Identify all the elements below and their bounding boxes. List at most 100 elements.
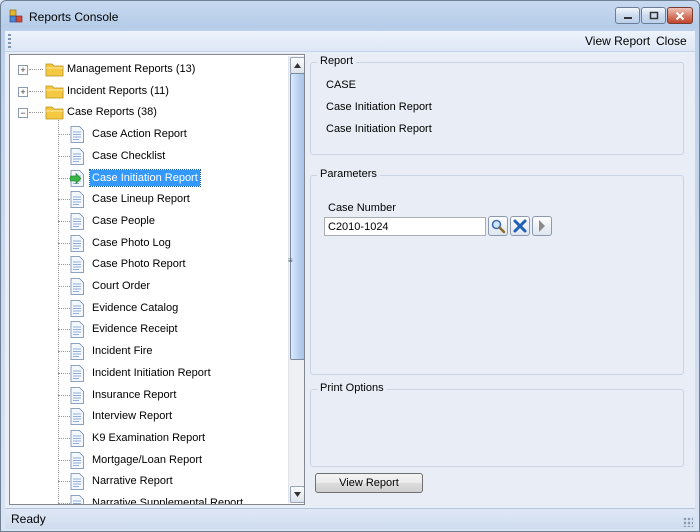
tree-connector bbox=[58, 264, 70, 266]
scroll-thumb[interactable] bbox=[290, 73, 304, 360]
tree-connector bbox=[29, 90, 43, 92]
tree-group-row[interactable]: + Incident Reports (11) bbox=[10, 81, 286, 101]
tree-connector bbox=[58, 459, 70, 461]
tree-report-label[interactable]: Narrative Supplemental Report bbox=[90, 495, 245, 504]
tree-connector bbox=[58, 177, 70, 179]
tree-report-row[interactable]: Narrative Report bbox=[10, 471, 286, 491]
tree-report-row[interactable]: Case People bbox=[10, 211, 286, 231]
next-case-button[interactable] bbox=[532, 216, 552, 236]
tree-report-label[interactable]: Incident Initiation Report bbox=[90, 365, 213, 381]
tree-group-row[interactable]: − Case Reports (38) bbox=[10, 102, 286, 122]
tree-report-row[interactable]: Case Action Report bbox=[10, 124, 286, 144]
parameters-group-title: Parameters bbox=[317, 168, 380, 180]
report-document-icon bbox=[70, 256, 84, 274]
clear-x-icon bbox=[513, 219, 527, 233]
splitter-grip-icon[interactable]: ≡ bbox=[288, 256, 293, 266]
tree-report-row[interactable]: Incident Fire bbox=[10, 341, 286, 361]
report-document-icon bbox=[70, 299, 84, 317]
tree-report-row[interactable]: Evidence Catalog bbox=[10, 298, 286, 318]
tree-report-label[interactable]: Insurance Report bbox=[90, 387, 178, 403]
scroll-down-icon bbox=[294, 491, 301, 497]
tree-report-row[interactable]: Insurance Report bbox=[10, 385, 286, 405]
tree-report-label[interactable]: Court Order bbox=[90, 278, 152, 294]
collapse-icon[interactable]: − bbox=[18, 108, 28, 119]
toolbar-grip[interactable] bbox=[8, 34, 11, 48]
tree-report-label[interactable]: Interview Report bbox=[90, 408, 174, 424]
search-case-button[interactable] bbox=[488, 216, 508, 236]
menu-view-report[interactable]: View Report bbox=[580, 33, 655, 49]
report-document-icon bbox=[70, 495, 84, 504]
tree-report-row[interactable]: Case Photo Log bbox=[10, 233, 286, 253]
clear-case-button[interactable] bbox=[510, 216, 530, 236]
tree-report-label[interactable]: Case Photo Log bbox=[90, 235, 173, 251]
tree-report-row[interactable]: Case Photo Report bbox=[10, 254, 286, 274]
report-document-icon bbox=[70, 343, 84, 360]
menu-close[interactable]: Close bbox=[651, 33, 692, 49]
tree-report-row[interactable]: Case Checklist bbox=[10, 146, 286, 166]
tree-connector bbox=[58, 351, 70, 353]
minimize-icon bbox=[623, 17, 632, 19]
expand-icon[interactable]: + bbox=[18, 65, 28, 75]
window-title: Reports Console bbox=[29, 10, 119, 24]
tree-report-label[interactable]: K9 Examination Report bbox=[90, 430, 207, 446]
tree-group-label[interactable]: Management Reports (13) bbox=[65, 61, 197, 77]
report-document-icon bbox=[70, 364, 84, 382]
tree-report-row[interactable]: Court Order bbox=[10, 276, 286, 296]
resize-grip[interactable] bbox=[683, 517, 693, 527]
report-tree[interactable]: + Management Reports (13) + Incident Report… bbox=[9, 54, 305, 505]
tree-scrollbar[interactable] bbox=[288, 56, 304, 503]
tree-group-row[interactable]: + Management Reports (13) bbox=[10, 59, 286, 79]
close-window-button[interactable] bbox=[667, 7, 693, 24]
tree-report-label[interactable]: Case Lineup Report bbox=[90, 191, 192, 207]
reports-console-window: Reports Console View Report Close + Mana… bbox=[0, 0, 700, 532]
case-number-input[interactable] bbox=[324, 217, 486, 236]
tree-group-label[interactable]: Incident Reports (11) bbox=[65, 83, 171, 99]
report-document-icon bbox=[70, 278, 84, 295]
tree-report-label[interactable]: Case Photo Report bbox=[90, 256, 188, 272]
view-report-button[interactable]: View Report bbox=[315, 473, 423, 493]
report-document-icon bbox=[70, 126, 84, 143]
tree-connector bbox=[58, 155, 70, 157]
tree-report-label[interactable]: Incident Fire bbox=[90, 343, 155, 359]
tree-connector bbox=[58, 329, 70, 331]
tree-report-label[interactable]: Mortgage/Loan Report bbox=[90, 452, 204, 468]
scroll-down-button[interactable] bbox=[290, 486, 304, 503]
tree-report-row[interactable]: Evidence Receipt bbox=[10, 319, 286, 339]
tree-connector bbox=[58, 134, 70, 136]
report-document-icon bbox=[70, 473, 84, 491]
folder-icon bbox=[45, 63, 64, 77]
tree-report-label[interactable]: Case Action Report bbox=[90, 126, 189, 142]
folder-icon bbox=[45, 106, 64, 120]
tree-group-label[interactable]: Case Reports (38) bbox=[65, 104, 159, 120]
tree-report-label[interactable]: Case People bbox=[90, 213, 157, 229]
tree-connector bbox=[29, 112, 43, 114]
tree-report-row[interactable]: K9 Examination Report bbox=[10, 428, 286, 448]
app-icon bbox=[9, 9, 23, 23]
expand-icon[interactable]: + bbox=[18, 86, 28, 97]
maximize-button[interactable] bbox=[641, 7, 666, 24]
maximize-icon bbox=[649, 11, 658, 20]
tree-report-label[interactable]: Evidence Catalog bbox=[90, 300, 180, 316]
report-document-icon bbox=[70, 451, 84, 469]
tree-report-row[interactable]: Narrative Supplemental Report bbox=[10, 493, 286, 504]
tree-connector bbox=[58, 307, 70, 309]
tree-report-label[interactable]: Evidence Receipt bbox=[90, 321, 180, 337]
tree-report-label-selected[interactable]: Case Initiation Report bbox=[89, 168, 201, 187]
tree-report-label[interactable]: Narrative Report bbox=[90, 473, 175, 489]
report-selected-icon bbox=[70, 169, 84, 187]
report-group-title: Report bbox=[317, 55, 357, 67]
scroll-up-icon bbox=[294, 62, 301, 68]
tree-report-row[interactable]: Mortgage/Loan Report bbox=[10, 450, 286, 470]
tree-report-label[interactable]: Case Checklist bbox=[90, 148, 167, 164]
status-text: Ready bbox=[11, 512, 46, 526]
tree-report-row[interactable]: Case Lineup Report bbox=[10, 189, 286, 209]
title-bar[interactable]: Reports Console bbox=[1, 1, 699, 31]
tree-connector bbox=[58, 220, 70, 222]
tree-report-row[interactable]: Interview Report bbox=[10, 406, 286, 426]
minimize-button[interactable] bbox=[615, 7, 640, 24]
tree-report-row[interactable]: Case Initiation Report bbox=[10, 168, 286, 188]
tree-report-row[interactable]: Incident Initiation Report bbox=[10, 363, 286, 383]
print-options-group: Print Options bbox=[310, 382, 684, 467]
scroll-up-button[interactable] bbox=[290, 57, 304, 74]
client-area: + Management Reports (13) + Incident Report… bbox=[5, 52, 695, 508]
